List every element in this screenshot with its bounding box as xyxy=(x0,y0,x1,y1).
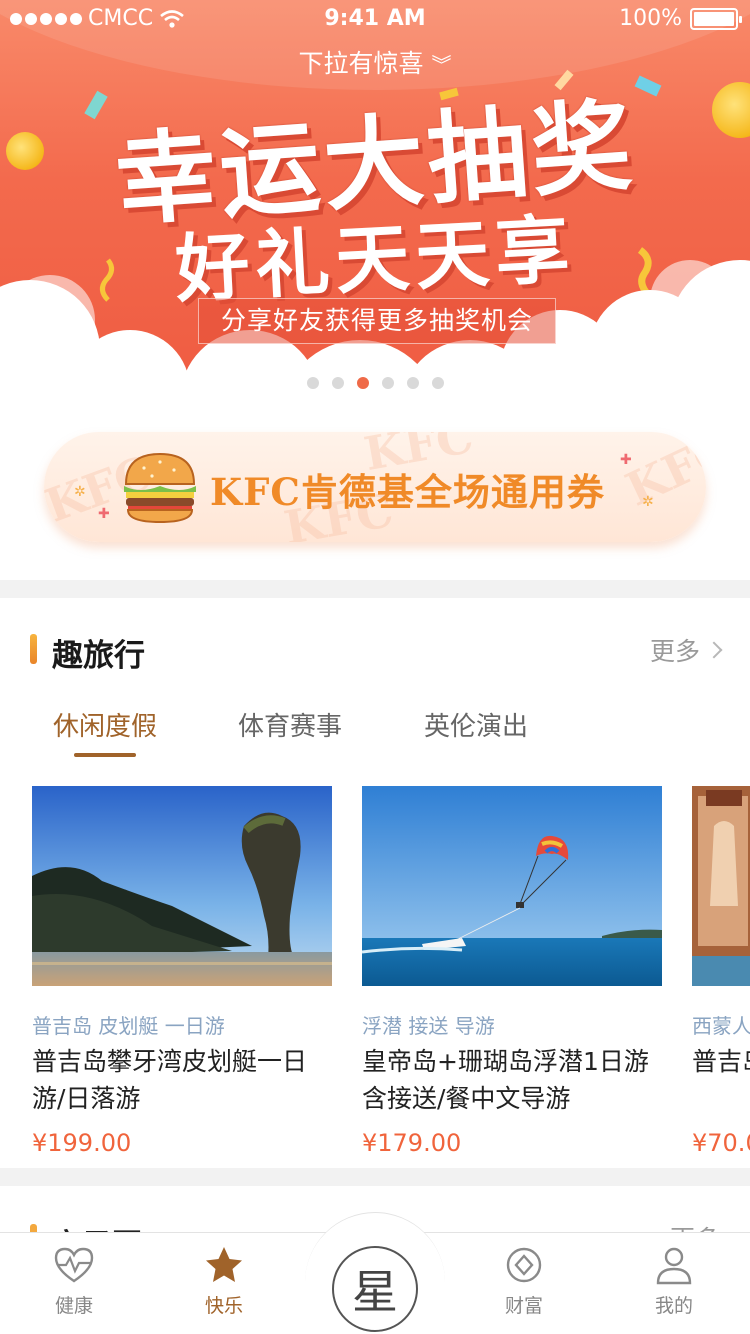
battery-percent: 100% xyxy=(619,6,682,31)
sparkle-icon: ✚ xyxy=(98,506,110,522)
carousel-dot[interactable] xyxy=(431,377,444,389)
card-price: ¥70.0 xyxy=(692,1129,750,1157)
status-bar: CMCC 9:41 AM 100% xyxy=(0,0,750,40)
double-chevron-down-icon: ︾ xyxy=(431,53,452,77)
chevron-right-icon xyxy=(705,641,723,659)
card-price: ¥179.00 xyxy=(362,1129,462,1157)
tab-label: 我的 xyxy=(654,1295,693,1317)
tab-sports[interactable]: 体育赛事 xyxy=(238,706,342,743)
tab-happy[interactable]: 快乐 xyxy=(164,1243,284,1318)
travel-card[interactable]: 普吉岛 皮划艇 一日游 普吉岛攀牙湾皮划艇一日游/日落游 ¥199.00 xyxy=(32,786,332,1157)
tab-wealth[interactable]: 财富 xyxy=(464,1243,584,1318)
card-image-phang-nga xyxy=(32,786,332,986)
section-title: 趣旅行 xyxy=(52,638,145,674)
carousel-dot[interactable] xyxy=(381,377,394,389)
tab-label: 财富 xyxy=(504,1295,543,1317)
section-divider xyxy=(0,580,750,598)
travel-tabs: 休闲度假 体育赛事 英伦演出 xyxy=(0,700,750,760)
card-title: 皇帝岛+珊瑚岛浮潜1日游含接送/餐中文导游 xyxy=(362,1047,649,1113)
tab-leisure[interactable]: 休闲度假 xyxy=(53,706,157,743)
burger-icon xyxy=(124,452,196,524)
battery-icon xyxy=(690,7,742,30)
travel-card[interactable]: 西蒙人 普吉岛·Sim ¥70.0 xyxy=(692,786,750,1157)
pull-hint-label: 下拉有惊喜 xyxy=(298,49,424,78)
carousel-dot[interactable] xyxy=(406,377,419,389)
carousel-dot[interactable] xyxy=(356,377,369,389)
tab-mine[interactable]: 我的 xyxy=(614,1243,734,1318)
kfc-coupon-banner[interactable]: KFC KFC KFC KFC ✲ ✚ ✚ ✲ KFC肯德基全场通用券 xyxy=(44,432,706,542)
promo-banner[interactable]: CMCC 9:41 AM 100% 下拉有惊喜 ︾ 幸运大抽奖 好礼天天享 分享… xyxy=(0,0,750,400)
sparkle-icon: ✲ xyxy=(642,494,654,510)
user-icon xyxy=(656,1247,692,1285)
travel-card[interactable]: 浮潜 接送 导游 皇帝岛+珊瑚岛浮潜1日游含接送/餐中文导游 ¥179.00 xyxy=(361,786,662,1157)
tab-label: 健康 xyxy=(54,1295,93,1317)
star-icon xyxy=(206,1247,242,1282)
travel-section-header: 趣旅行 更多 xyxy=(0,620,750,680)
card-image-parasail xyxy=(361,786,662,986)
card-tags: 西蒙人 xyxy=(692,1014,750,1038)
carousel-dot[interactable] xyxy=(306,377,319,389)
sparkle-icon: ✚ xyxy=(620,452,632,468)
card-title: 普吉岛·Sim xyxy=(692,1047,750,1076)
section-divider xyxy=(0,1168,750,1186)
card-price: ¥199.00 xyxy=(32,1129,132,1157)
card-title: 普吉岛攀牙湾皮划艇一日游/日落游 xyxy=(32,1047,308,1113)
card-image-simon-cabaret xyxy=(692,786,750,986)
app-page: CMCC 9:41 AM 100% 下拉有惊喜 ︾ 幸运大抽奖 好礼天天享 分享… xyxy=(0,0,750,1334)
tab-underline xyxy=(74,753,136,757)
carousel-indicators[interactable] xyxy=(0,377,750,389)
more-link[interactable]: 更多 xyxy=(649,632,723,668)
section-accent-bar xyxy=(30,634,37,664)
carousel-dot[interactable] xyxy=(331,377,344,389)
tab-shows[interactable]: 英伦演出 xyxy=(424,706,528,743)
diamond-coin-icon xyxy=(506,1247,542,1283)
more-label: 更多 xyxy=(649,637,700,666)
pull-hint: 下拉有惊喜 ︾ xyxy=(0,44,750,80)
coupon-label: KFC肯德基全场通用券 xyxy=(210,470,605,514)
travel-card-list: 普吉岛 皮划艇 一日游 普吉岛攀牙湾皮划艇一日游/日落游 ¥199.00 浮潜 … xyxy=(0,786,750,1157)
tab-health[interactable]: 健康 xyxy=(14,1243,134,1318)
sparkle-icon: ✲ xyxy=(74,484,86,500)
card-tags: 浮潜 接送 导游 xyxy=(362,1014,495,1038)
tab-label: 快乐 xyxy=(204,1295,243,1317)
center-star-button[interactable]: 星 xyxy=(332,1246,418,1332)
coupon-watermark: KFC xyxy=(617,432,706,517)
card-tags: 普吉岛 皮划艇 一日游 xyxy=(32,1014,225,1038)
heartbeat-icon xyxy=(54,1247,94,1283)
banner-tagline: 分享好友获得更多抽奖机会 xyxy=(198,298,556,344)
